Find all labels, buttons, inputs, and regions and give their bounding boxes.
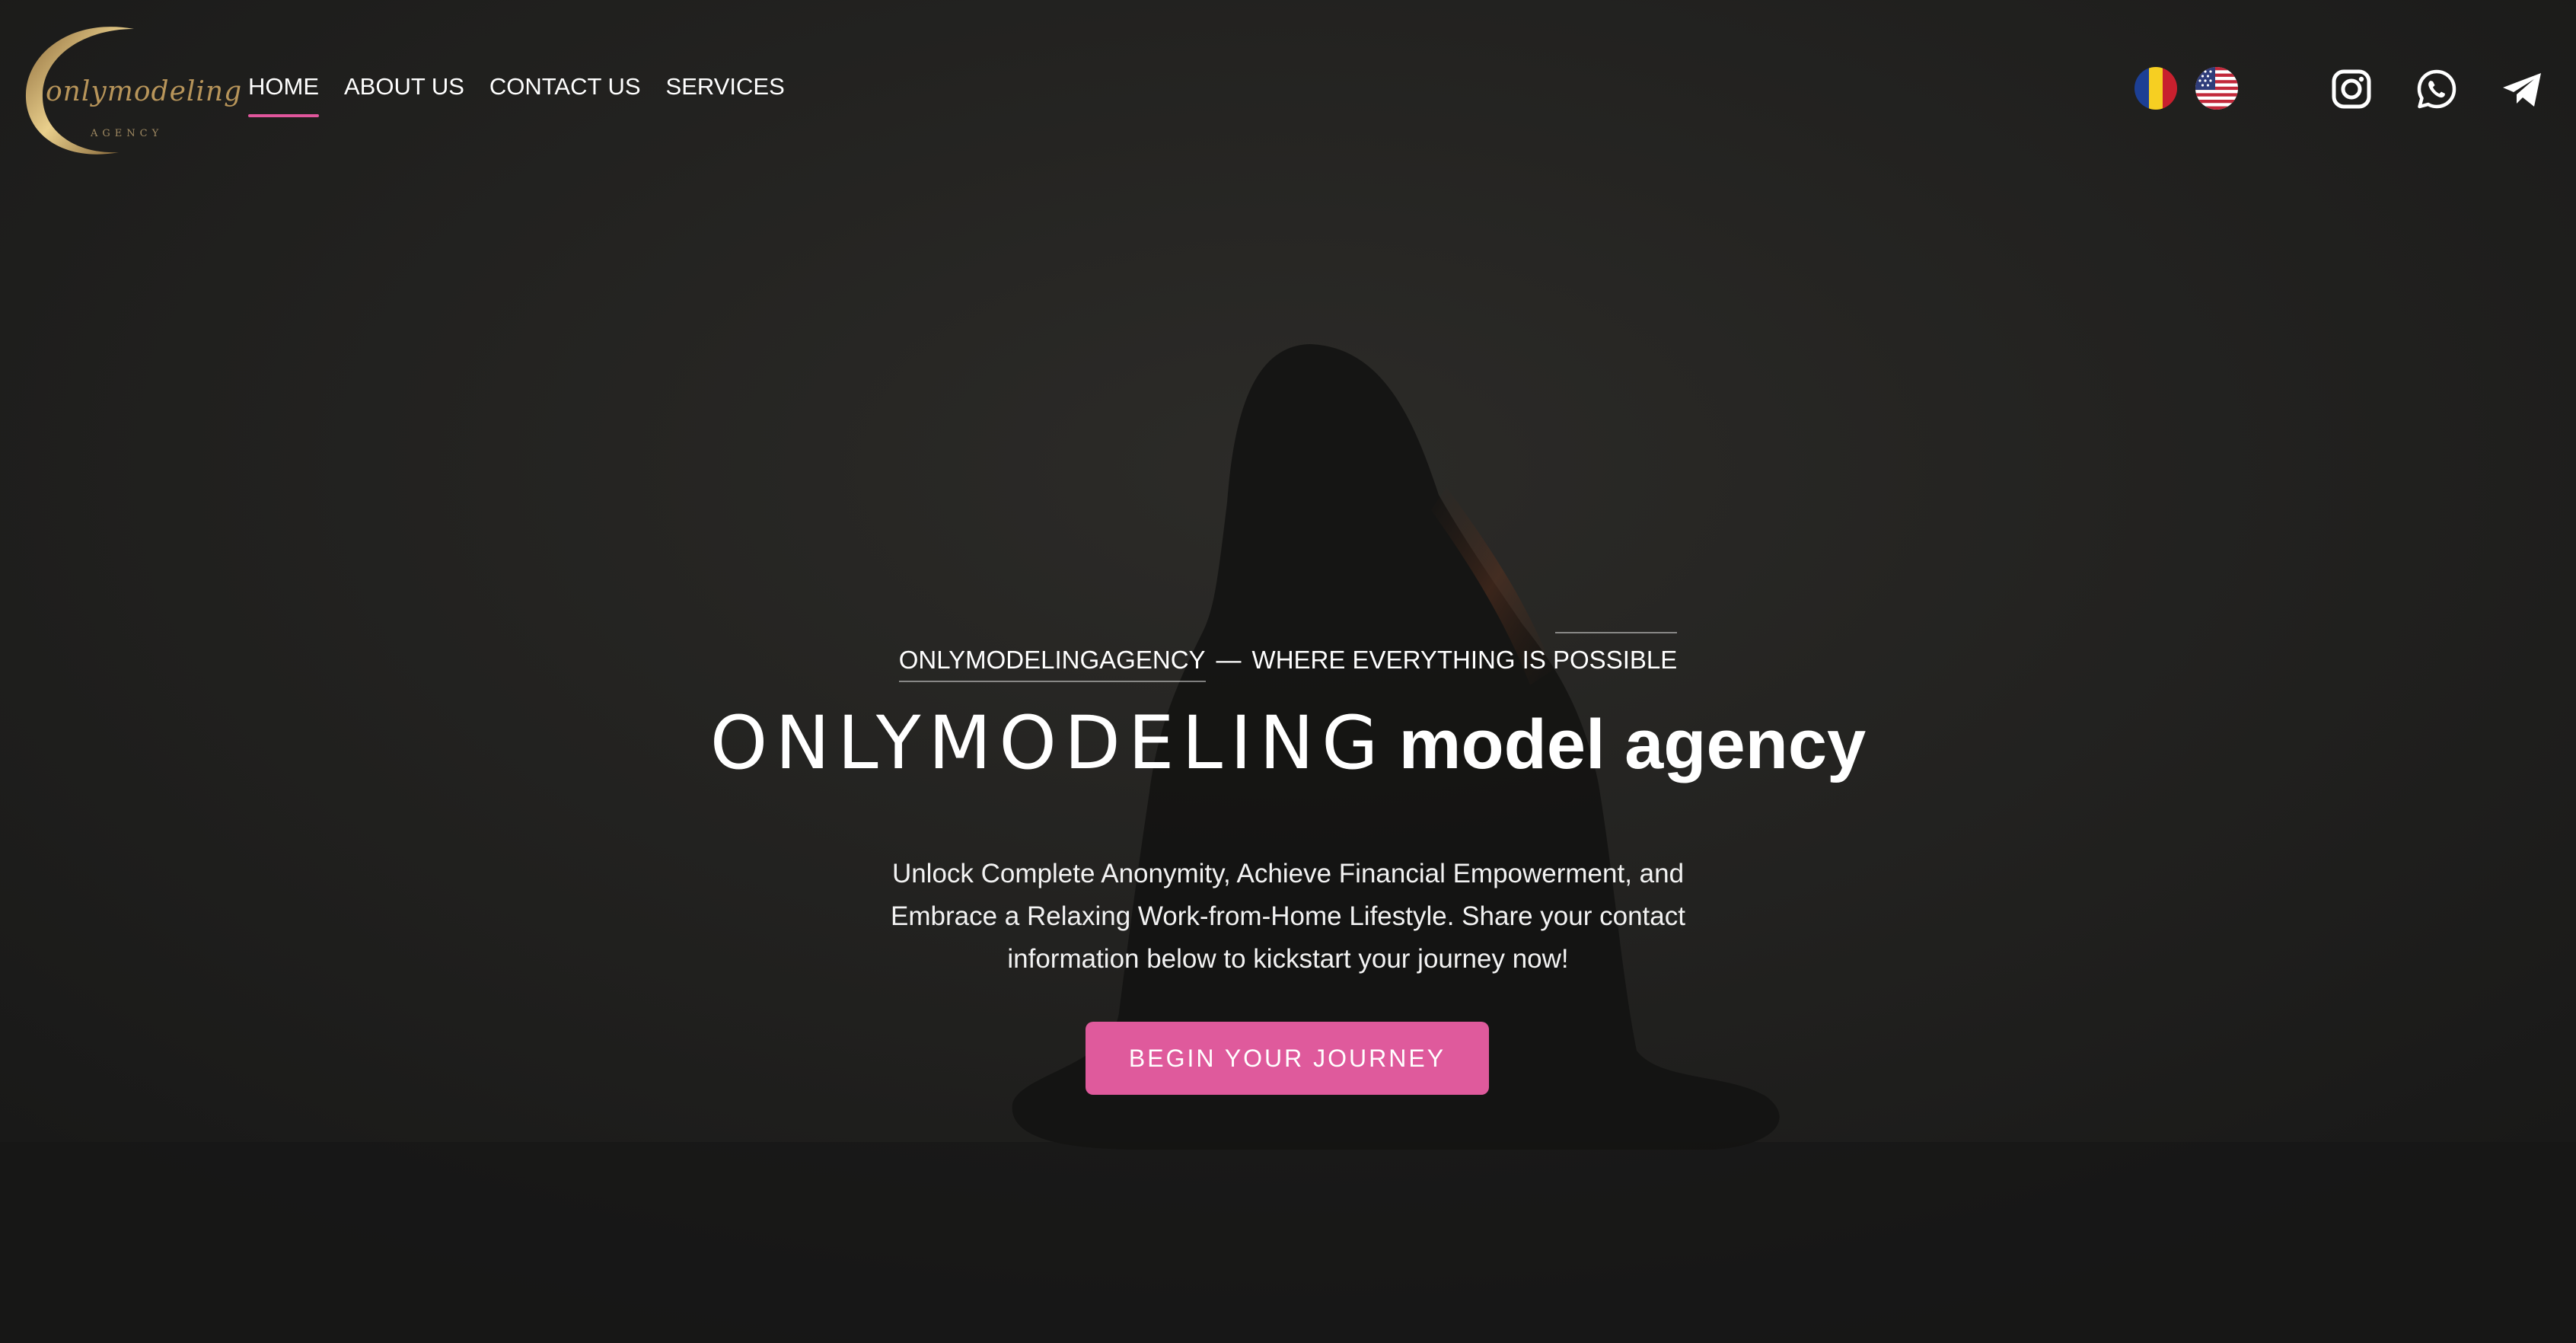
begin-journey-button[interactable]: BEGIN YOUR JOURNEY (1086, 1022, 1489, 1095)
romania-flag-icon[interactable] (2134, 67, 2177, 110)
tagline-brand: ONLYMODELINGAGENCY (898, 646, 1206, 682)
nav-contact-us[interactable]: CONTACT US (489, 73, 641, 100)
hero-description: Unlock Complete Anonymity, Achieve Finan… (891, 859, 1685, 974)
main-nav: HOME ABOUT US CONTACT US SERVICES (248, 73, 785, 117)
tagline-separator: — (1216, 646, 1242, 674)
usa-flag-icon[interactable] (2195, 67, 2238, 110)
agency-logo[interactable]: onlymodeling AGENCY (20, 21, 241, 158)
nav-services[interactable]: SERVICES (666, 73, 785, 100)
nav-about-us[interactable]: ABOUT US (344, 73, 464, 100)
logo-script-text: onlymodeling (46, 76, 243, 107)
hero-headline: ONLYMODELING model agency (0, 707, 2576, 780)
headline-brand: ONLYMODELING (709, 700, 1386, 786)
whatsapp-icon[interactable] (2415, 67, 2459, 111)
headline-tail: model agency (1398, 706, 1867, 783)
instagram-icon[interactable] (2329, 67, 2374, 111)
nav-home[interactable]: HOME (248, 73, 319, 117)
logo-sub-text: AGENCY (91, 128, 164, 139)
telegram-icon[interactable] (2500, 67, 2544, 111)
hero-tagline: ONLYMODELINGAGENCY — WHERE EVERYTHING IS P… (0, 632, 2576, 682)
tagline-slogan: WHERE EVERYTHING IS POSSIBLE (1251, 632, 1678, 674)
